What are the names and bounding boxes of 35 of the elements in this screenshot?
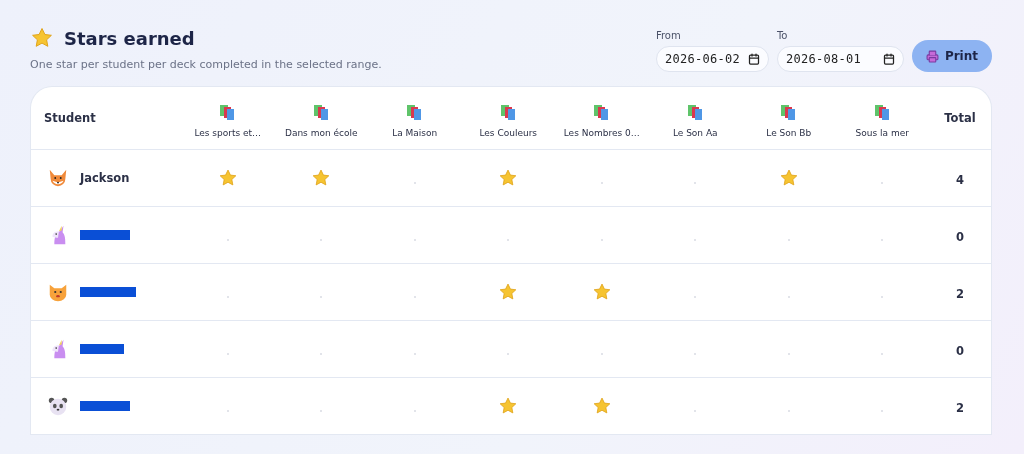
column-header: Sous la mer [855,128,909,138]
calendar-icon [882,53,895,65]
print-button[interactable]: Print [911,40,992,72]
card-stack-icon [312,104,330,121]
card-stack-icon [219,104,237,121]
card-stack-icon [873,104,891,121]
total-value: 0 [956,343,964,358]
card-stack-icon [406,104,424,121]
total-value: 4 [956,172,964,187]
column-header: Les Nombres 0… [563,128,640,138]
column-header: La Maison [392,128,438,138]
column-header: Dans mon école [284,128,358,138]
column-header: Le Son Aa [672,128,718,138]
card-stack-icon [593,104,611,121]
calendar-icon [747,53,760,65]
column-header: Student [44,111,96,125]
total-value: 0 [956,229,964,244]
column-header: Total [944,111,976,125]
date-field[interactable]: 2026-08-01 [776,46,904,72]
total-value: 2 [956,286,964,301]
star-title-icon [30,26,54,50]
page-title: Stars earned [64,27,195,49]
card-stack-icon [499,104,517,121]
page-subtitle: One star per student per deck completed in the selected range. [30,58,382,71]
column-header: Les sports et… [194,128,262,138]
column-header: Le Son Bb [766,128,812,138]
date-label: From [655,30,682,41]
total-value: 2 [956,400,964,415]
date-label: To [776,30,789,41]
printer-icon [925,49,939,63]
card-stack-icon [686,104,704,121]
column-header: Les Couleurs [479,128,538,138]
card-stack-icon [780,104,798,121]
student-name: Jackson [80,171,130,185]
date-field[interactable]: 2026-06-02 [655,46,769,72]
